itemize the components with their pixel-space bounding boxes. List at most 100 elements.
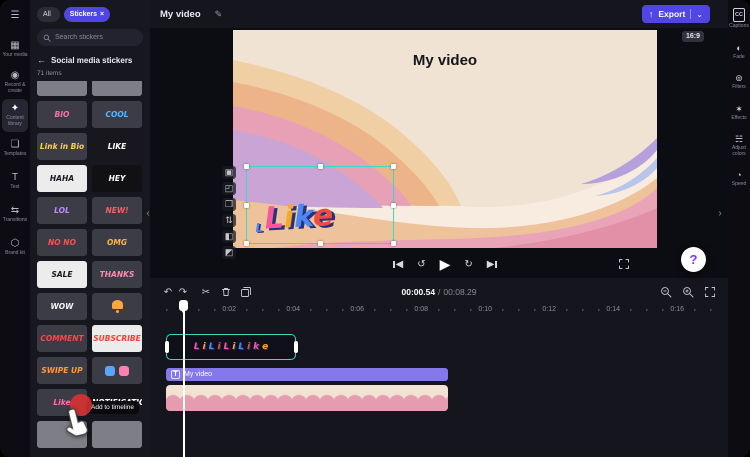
forward-button[interactable]: ↻	[464, 259, 472, 270]
selection-handle[interactable]	[244, 164, 249, 169]
expand-panel-icon[interactable]: ›	[715, 200, 725, 226]
transform-icon[interactable]: ▣	[222, 166, 236, 179]
sidebar-item-templates[interactable]: ❏ Templates	[0, 132, 30, 165]
sticker-tile[interactable]	[92, 81, 142, 96]
selection-handle[interactable]	[391, 202, 396, 208]
sticker-tile[interactable]: THANKS	[92, 261, 142, 288]
skip-start-button[interactable]: ◀	[392, 259, 403, 270]
right-toolbar-label: Speed	[731, 181, 747, 187]
sticker-tile[interactable]	[37, 81, 87, 96]
back-icon[interactable]: ←	[37, 55, 46, 65]
selection-handle[interactable]	[391, 241, 396, 246]
zoom-in-icon[interactable]	[680, 284, 696, 300]
sticker-grid: BIO COOL Link in Bio LIKE HAHA HEY LOL N…	[30, 81, 150, 448]
sticker-letter: L	[263, 200, 285, 237]
close-icon[interactable]: ×	[100, 11, 104, 18]
right-toolbar-item[interactable]: ✶ Effects	[730, 104, 747, 122]
export-button[interactable]: ↑ Export ⌄	[641, 5, 710, 23]
duplicate-icon[interactable]	[238, 284, 254, 300]
sticker-tile[interactable]	[37, 421, 87, 448]
sticker-tile[interactable]: Link in Bio	[37, 133, 87, 160]
text-track-clip[interactable]: T My video	[166, 368, 448, 381]
playhead-handle[interactable]	[179, 300, 188, 313]
undo-icon[interactable]: ↶	[160, 284, 176, 300]
zoom-out-icon[interactable]	[658, 284, 674, 300]
right-toolbar-item[interactable]: CC Captions	[728, 8, 750, 30]
play-button[interactable]: ▶	[440, 256, 451, 273]
fullscreen-icon[interactable]	[618, 258, 630, 270]
right-toolbar-item[interactable]: ⊚ Filters	[731, 73, 747, 91]
selection-handle[interactable]	[244, 202, 249, 208]
sticker-track-clip[interactable]: LiLiLiLike	[164, 334, 298, 360]
sticker-selection[interactable]: L Like	[244, 164, 396, 246]
delete-icon[interactable]	[218, 284, 234, 300]
sticker-tile[interactable]	[92, 293, 142, 320]
volume-icon[interactable]: ◧	[222, 230, 236, 243]
skip-end-icon: ▶	[486, 259, 495, 270]
ruler-label: 0:14	[604, 306, 622, 313]
selection-handle[interactable]	[317, 241, 323, 246]
trim-handle-left[interactable]	[164, 341, 169, 353]
sticker-tile[interactable]	[92, 357, 142, 384]
filter-chip[interactable]: All	[37, 7, 60, 22]
element-toolbar: ▣ ◰ ❐ ⇅ ◧ ◩	[222, 166, 236, 259]
sticker-tile[interactable]: LOL	[37, 197, 87, 224]
redo-icon[interactable]: ↷	[175, 284, 191, 300]
aspect-ratio-badge[interactable]: 16:9	[681, 31, 704, 42]
zoom-fit-icon[interactable]	[702, 284, 718, 300]
sticker-tile[interactable]: OMG	[92, 229, 142, 256]
sticker-search[interactable]	[37, 29, 143, 46]
sticker-tile[interactable]: COOL	[92, 101, 142, 128]
sticker-tile[interactable]: COMMENT	[37, 325, 87, 352]
video-stage[interactable]: My video L Like	[233, 30, 657, 248]
crop-icon[interactable]: ◰	[222, 182, 236, 195]
sticker-tile[interactable]: NEW!	[92, 197, 142, 224]
selection-handle[interactable]	[244, 241, 249, 246]
sticker-tile[interactable]	[92, 421, 142, 448]
rename-icon[interactable]: ✎	[215, 9, 223, 20]
sticker-tile[interactable]: HEY	[92, 165, 142, 192]
sticker-tile[interactable]: LIKE	[92, 133, 142, 160]
selection-handle[interactable]	[391, 164, 396, 169]
sticker-tile[interactable]: Like	[37, 389, 87, 416]
sticker-tile[interactable]: SUBSCRIBE	[92, 325, 142, 352]
sticker-tile[interactable]: BIO	[37, 101, 87, 128]
sidebar-item-text[interactable]: T Text	[0, 165, 30, 198]
rewind-button[interactable]: ↺	[417, 259, 425, 270]
right-toolbar-item[interactable]: ☵ Adjust colors	[728, 134, 750, 157]
sidebar-item-transitions[interactable]: ⇆ Transitions	[0, 198, 30, 231]
clip-letter: i	[217, 342, 221, 352]
filter-chip[interactable]: Stickers ×	[63, 7, 111, 22]
opacity-icon[interactable]: ◩	[222, 246, 236, 259]
skip-end-button[interactable]: ▶	[487, 259, 498, 270]
sidebar-item-record-create[interactable]: ◉ Record & create	[0, 66, 30, 99]
ruler-label: 0:12	[540, 306, 558, 313]
video-title-text[interactable]: My video	[233, 52, 657, 69]
sidebar-item-your-media[interactable]: ▦ Your media	[0, 33, 30, 66]
project-tab[interactable]: My video ✎	[160, 0, 222, 28]
flip-icon[interactable]: ⇅	[222, 214, 236, 227]
sticker-tile[interactable]: SALE	[37, 261, 87, 288]
selection-handle[interactable]	[317, 164, 323, 169]
playhead-line[interactable]	[183, 302, 185, 457]
current-time: 00:00.54	[401, 287, 436, 297]
sticker-tile[interactable]: HAHA	[37, 165, 87, 192]
help-button[interactable]: ?	[681, 247, 706, 272]
sticker-tile[interactable]: NO NO	[37, 229, 87, 256]
split-icon[interactable]: ✂	[198, 284, 214, 300]
trim-handle-right[interactable]	[293, 341, 298, 353]
sticker-tile[interactable]: WOW	[37, 293, 87, 320]
sticker-tile[interactable]: SWIPE UP	[37, 357, 87, 384]
duplicate-icon[interactable]: ❐	[222, 198, 236, 211]
collapse-panel-icon[interactable]: ‹	[143, 200, 153, 226]
timeline-ruler[interactable]: 0:02 0:04 0:06 0:08 0:10 0:12 0:14 0:16	[166, 304, 720, 316]
search-input[interactable]	[55, 34, 135, 41]
like-sticker[interactable]: L Like	[254, 198, 334, 237]
video-track-clip[interactable]	[166, 385, 448, 411]
right-toolbar-item[interactable]: ◔ Speed	[731, 170, 747, 188]
right-toolbar-item[interactable]: ◐ Fade	[732, 43, 745, 61]
sidebar-item-brand-kit[interactable]: ⬡ Brand kit	[0, 231, 30, 264]
menu-button[interactable]: ☰	[0, 0, 30, 33]
chevron-down-icon[interactable]: ⌄	[696, 10, 703, 19]
sidebar-item-content-library[interactable]: ✦ Content library	[2, 99, 28, 132]
